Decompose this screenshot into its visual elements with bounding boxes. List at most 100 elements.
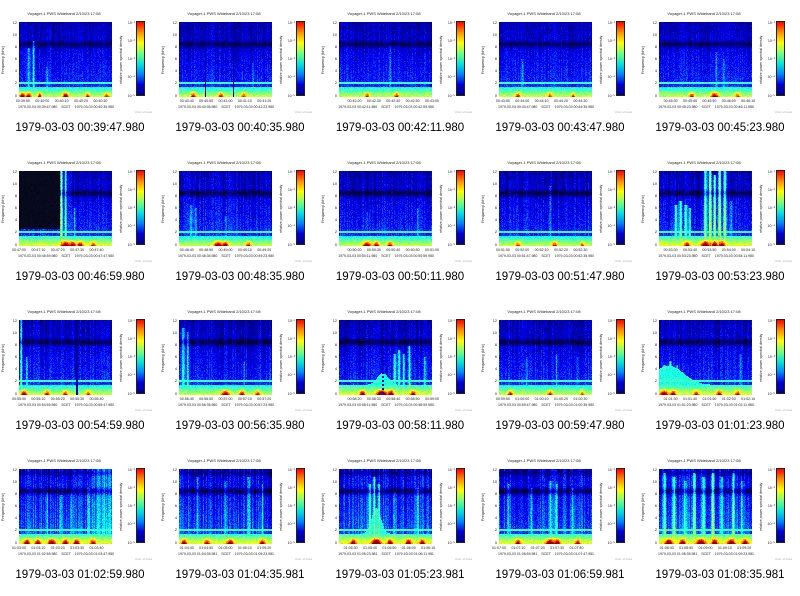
y-tick-label: 8 <box>174 491 177 496</box>
timestamp-caption: 1979-03-03 00:50:11.980 <box>335 271 465 283</box>
spectrogram-thumbnail[interactable]: Voyager-1 PWS Wideband 2/10/23 17:08 Fre… <box>640 0 800 149</box>
spectrogram-thumbnail[interactable]: Voyager-1 PWS Wideband 2/10/23 17:08 Fre… <box>640 298 800 447</box>
colorbar-tick-label: 10⁻¹ <box>127 20 135 25</box>
colorbar-tick-label: 10⁻² <box>767 485 775 490</box>
y-tick-label: 10 <box>12 32 17 37</box>
y-tick-label: 12 <box>172 467 177 472</box>
y-tick-label: 0 <box>174 540 177 545</box>
x-tick-label: 01:05:00 <box>218 546 233 550</box>
x-tick-label: 00:56:50 <box>199 397 214 401</box>
y-tick-label: 6 <box>334 504 337 508</box>
spectrogram-thumbnail[interactable]: Voyager-1 PWS Wideband 2/10/23 17:08 Fre… <box>0 0 160 149</box>
x-tick-label: 00:50:20 <box>347 248 362 252</box>
plot-title: Voyager-1 PWS Wideband 2/10/23 17:08 <box>347 309 421 314</box>
y-tick-label: 0 <box>174 242 177 247</box>
scet-label: SCET <box>61 254 71 258</box>
spectrogram-thumbnail[interactable]: Voyager-1 PWS Wideband 2/10/23 17:08 Fre… <box>320 447 480 596</box>
x-tick-label: 01:09:10 <box>717 546 732 550</box>
scet-end: 1979-03-03 00:41:23.980 <box>234 105 274 109</box>
colorbar-gradient <box>776 319 785 394</box>
y-tick-label: 10 <box>172 330 177 335</box>
colorbar-tick-label: 10⁻⁵ <box>447 242 455 247</box>
colorbar-gradient <box>456 468 465 543</box>
y-tick-label: 2 <box>494 81 497 86</box>
x-tick-label: 01:06:10 <box>421 546 436 550</box>
y-tick-label: 12 <box>332 169 337 174</box>
colorbar-tick-label: 10⁻² <box>607 38 615 43</box>
spectrogram-thumbnail[interactable]: Voyager-1 PWS Wideband 2/10/23 17:08 Fre… <box>320 298 480 447</box>
y-tick-label: 10 <box>332 479 337 484</box>
y-tick-label: 12 <box>652 20 657 25</box>
spectrogram-thumbnail[interactable]: Voyager-1 PWS Wideband 2/10/23 17:08 Fre… <box>320 149 480 298</box>
scet-range-label: 1979-03-03 00:53:23.980 SCET 1979-03-03 00… <box>642 254 770 258</box>
colorbar-tick-label: 10⁻² <box>607 187 615 192</box>
y-tick-label: 6 <box>494 355 497 359</box>
colorbar-tick-label: 10⁻³ <box>287 206 295 210</box>
x-tick-label: 00:44:20 <box>554 99 569 103</box>
y-tick-label: 8 <box>654 44 657 49</box>
y-tick-label: 4 <box>654 367 657 372</box>
y-tick-label: 0 <box>14 93 17 98</box>
spectrogram-thumbnail[interactable]: Voyager-1 PWS Wideband 2/10/23 17:08 Fre… <box>0 447 160 596</box>
spectrogram-thumbnail[interactable]: Voyager-1 PWS Wideband 2/10/23 17:08 Fre… <box>0 149 160 298</box>
colorbar-tick-label: 10⁻⁴ <box>767 373 775 378</box>
colorbar-tick-label: 10⁻¹ <box>287 20 295 25</box>
spectrogram-thumbnail[interactable]: Voyager-1 PWS Wideband 2/10/23 17:08 Fre… <box>160 298 320 447</box>
spectrogram-thumbnail[interactable]: Voyager-1 PWS Wideband 2/10/23 17:08 Fre… <box>480 0 640 149</box>
plot-title: Voyager-1 PWS Wideband 2/10/23 17:08 <box>187 309 261 314</box>
colorbar-tick-label: 10⁻³ <box>607 206 615 210</box>
y-tick-label: 4 <box>14 367 17 372</box>
colorbar-tick-label: 10⁻⁵ <box>767 391 775 396</box>
spectrogram-thumbnail[interactable]: Voyager-1 PWS Wideband 2/10/23 17:08 Fre… <box>0 298 160 447</box>
scet-label: SCET <box>61 552 71 556</box>
scet-label: SCET <box>541 254 551 258</box>
spectrogram-thumbnail[interactable]: Voyager-1 PWS Wideband 2/10/23 17:08 Fre… <box>160 447 320 596</box>
scet-start: 1979-03-03 00:42:11.980 <box>338 105 378 109</box>
spectrogram-thumbnail[interactable]: Voyager-1 PWS Wideband 2/10/23 17:08 Fre… <box>160 0 320 149</box>
x-tick-label: 00:43:00 <box>425 99 440 103</box>
spectrogram-thumbnail[interactable]: Voyager-1 PWS Wideband 2/10/23 17:08 Fre… <box>480 298 640 447</box>
y-tick-label: 2 <box>494 528 497 533</box>
scet-end: 1979-03-03 01:05:23.981 <box>234 552 274 556</box>
scet-end: 1979-03-03 00:52:35.980 <box>554 254 594 258</box>
spectrogram-thumbnail[interactable]: Voyager-1 PWS Wideband 2/10/23 17:08 Fre… <box>640 447 800 596</box>
x-tick-label: 00:51:50 <box>495 248 510 252</box>
scet-start: 1979-03-03 00:40:35.980 <box>178 105 218 109</box>
credit-text: Univ. of Iowa <box>294 259 312 263</box>
plot-title: Voyager-1 PWS Wideband 2/10/23 17:08 <box>667 458 741 463</box>
colorbar-tick-label: 10⁻² <box>127 187 135 192</box>
x-tick-label: 00:49:10 <box>237 248 252 252</box>
colorbar-tick-label: 10⁻¹ <box>447 169 455 174</box>
y-tick-label: 0 <box>334 93 337 98</box>
timestamp-caption: 1979-03-03 00:56:35.980 <box>175 420 305 432</box>
y-tick-label: 8 <box>334 491 337 496</box>
colorbar-gradient <box>296 21 305 96</box>
scet-label: SCET <box>221 403 231 407</box>
y-tick-label: 4 <box>494 69 497 74</box>
y-tick-label: 12 <box>12 467 17 472</box>
y-tick-label: 0 <box>494 391 497 396</box>
scet-end: 1979-03-03 00:58:59.980 <box>394 403 434 407</box>
x-tick-label: 00:42:40 <box>386 99 401 103</box>
scet-range-label: 1979-03-03 00:54:59.980 SCET 1979-03-03 00… <box>2 403 130 407</box>
spectrogram-thumbnail[interactable]: Voyager-1 PWS Wideband 2/10/23 17:08 Fre… <box>480 447 640 596</box>
spectrogram-thumbnail[interactable]: Voyager-1 PWS Wideband 2/10/23 17:08 Fre… <box>160 149 320 298</box>
colorbar-tick-label: 10⁻¹ <box>607 318 615 323</box>
spectrogram-thumbnail[interactable]: Voyager-1 PWS Wideband 2/10/23 17:08 Fre… <box>640 149 800 298</box>
spectrogram-image <box>179 320 272 395</box>
colorbar-gradient <box>776 170 785 245</box>
y-tick-label: 4 <box>494 367 497 372</box>
x-tick-label: 00:55:40 <box>89 397 104 401</box>
y-tick-label: 6 <box>654 504 657 508</box>
y-tick-label: 6 <box>174 57 177 61</box>
y-tick-label: 2 <box>334 528 337 533</box>
colorbar-tick-label: 10⁻⁵ <box>287 242 295 247</box>
y-tick-label: 6 <box>174 206 177 210</box>
colorbar-tick-label: 10⁻⁵ <box>607 540 615 545</box>
spectrogram-thumbnail[interactable]: Voyager-1 PWS Wideband 2/10/23 17:08 Fre… <box>320 0 480 149</box>
x-tick-label: 01:08:50 <box>679 546 694 550</box>
spectrogram-image <box>659 320 752 395</box>
spectrogram-thumbnail[interactable]: Voyager-1 PWS Wideband 2/10/23 17:08 Fre… <box>480 149 640 298</box>
plot-title: Voyager-1 PWS Wideband 2/10/23 17:08 <box>187 458 261 463</box>
plot-title: Voyager-1 PWS Wideband 2/10/23 17:08 <box>347 160 421 165</box>
